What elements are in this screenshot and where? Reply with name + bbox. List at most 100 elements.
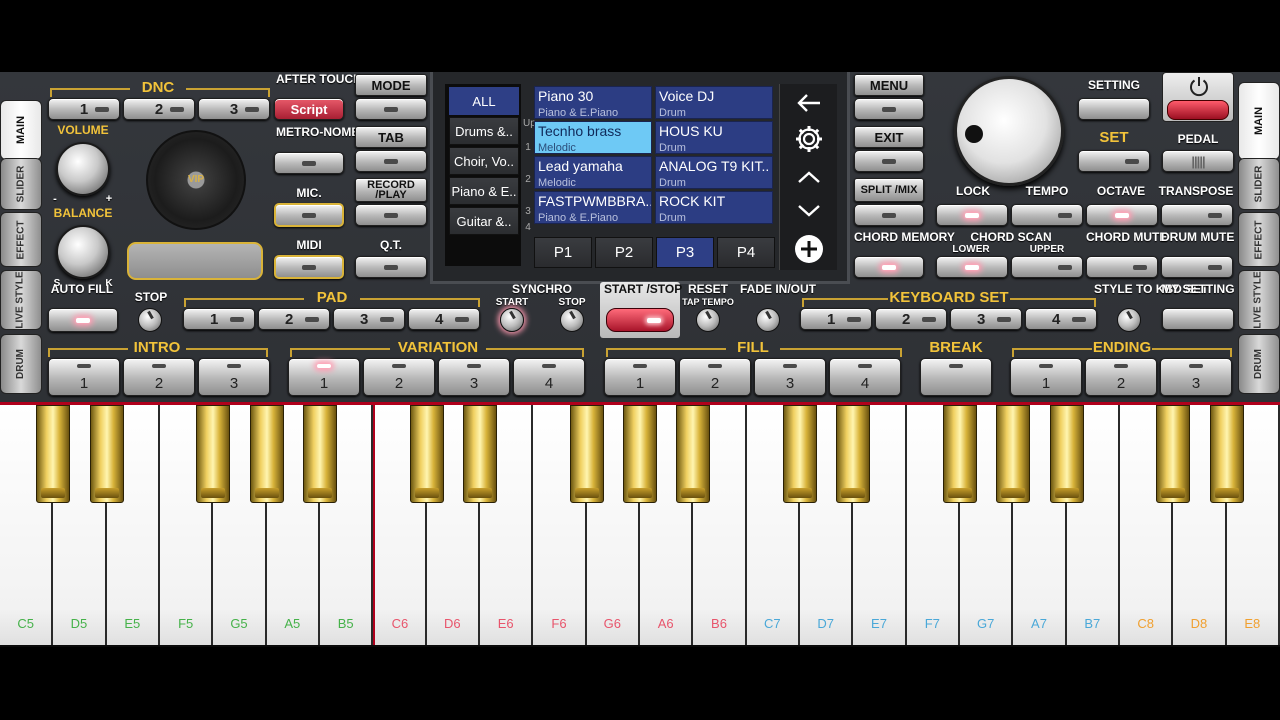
page-p3-button[interactable]: P3: [656, 237, 714, 268]
octave-button[interactable]: [1086, 204, 1158, 226]
pad-3-button[interactable]: 3: [333, 308, 405, 330]
black-key[interactable]: [463, 405, 497, 503]
back-arrow-icon[interactable]: [783, 86, 835, 120]
ending-3-button[interactable]: 3: [1160, 358, 1232, 396]
dnc-2-button[interactable]: 2: [123, 98, 195, 120]
mic-button[interactable]: [274, 203, 344, 227]
exit-led-button[interactable]: [854, 150, 924, 172]
index-2[interactable]: 2: [523, 174, 533, 185]
fade-knob[interactable]: [756, 308, 780, 332]
category-choir[interactable]: Choir, Vo..: [449, 147, 519, 175]
keyboard-set-3-button[interactable]: 3: [950, 308, 1022, 330]
volume-knob[interactable]: [56, 142, 110, 196]
black-key[interactable]: [36, 405, 71, 503]
category-drums[interactable]: Drums &..: [449, 117, 519, 145]
pad-stop-knob[interactable]: [138, 308, 162, 332]
tab-effect-left[interactable]: EFFECT: [0, 212, 42, 267]
pad-4-button[interactable]: 4: [408, 308, 480, 330]
keyboard-set-4-button[interactable]: 4: [1025, 308, 1097, 330]
power-button[interactable]: [1162, 72, 1234, 122]
gear-icon[interactable]: [783, 122, 835, 156]
category-guitar[interactable]: Guitar &..: [449, 207, 519, 235]
transpose-button[interactable]: [1161, 204, 1233, 226]
index-1[interactable]: 1: [523, 142, 533, 153]
dnc-1-button[interactable]: 1: [48, 98, 120, 120]
chord-scan-lower-button[interactable]: [936, 256, 1008, 278]
mode-button[interactable]: MODE: [355, 74, 427, 96]
tab-main-left[interactable]: MAIN: [0, 100, 42, 160]
black-key[interactable]: [89, 405, 124, 503]
style-to-kbd-knob[interactable]: [1117, 308, 1141, 332]
fill-3-button[interactable]: 3: [754, 358, 826, 396]
tab-slider-right[interactable]: SLIDER: [1238, 158, 1280, 210]
sound-item[interactable]: Lead yamaha Melodic: [534, 156, 652, 189]
set-button[interactable]: [1078, 150, 1150, 172]
chord-scan-upper-button[interactable]: [1011, 256, 1083, 278]
tab-drum-left[interactable]: DRUM: [0, 334, 42, 394]
my-setting-button[interactable]: [1162, 308, 1234, 330]
index-4[interactable]: 4: [523, 222, 533, 233]
black-key[interactable]: [303, 405, 337, 503]
fill-2-button[interactable]: 2: [679, 358, 751, 396]
sound-item[interactable]: ROCK KIT Drum: [655, 191, 773, 224]
setting-button[interactable]: [1078, 98, 1150, 120]
tab-drum-right[interactable]: DRUM: [1238, 334, 1280, 394]
sound-item[interactable]: HOUS KU Drum: [655, 121, 773, 154]
lock-button[interactable]: [936, 204, 1008, 226]
sound-item[interactable]: ANALOG T9 KIT.. Drum: [655, 156, 773, 189]
black-key[interactable]: [676, 405, 711, 503]
page-p4-button[interactable]: P4: [717, 237, 775, 268]
variation-2-button[interactable]: 2: [363, 358, 435, 396]
category-all[interactable]: ALL: [449, 87, 519, 115]
chord-memory-button[interactable]: [854, 256, 924, 278]
lcd-display[interactable]: [127, 242, 263, 280]
index-up[interactable]: Up: [523, 118, 536, 129]
start-stop-button[interactable]: [606, 308, 674, 332]
auto-fill-button[interactable]: [48, 308, 118, 332]
split-led-button[interactable]: [854, 204, 924, 226]
black-key[interactable]: [943, 405, 977, 503]
tab-led-button[interactable]: [355, 150, 427, 172]
black-key[interactable]: [196, 405, 231, 503]
add-icon[interactable]: [783, 232, 835, 266]
mode-led-button[interactable]: [355, 98, 427, 120]
sound-item-selected[interactable]: Tecnho brass Melodic: [534, 121, 652, 154]
black-key[interactable]: [409, 405, 444, 503]
tab-effect-right[interactable]: EFFECT: [1238, 212, 1280, 267]
black-key[interactable]: [569, 405, 604, 503]
variation-3-button[interactable]: 3: [438, 358, 510, 396]
sound-item[interactable]: Voice DJ Drum: [655, 86, 773, 119]
black-key[interactable]: [249, 405, 284, 503]
intro-3-button[interactable]: 3: [198, 358, 270, 396]
black-key[interactable]: [783, 405, 817, 503]
tab-live-style-right[interactable]: LIVE STYLE: [1238, 270, 1280, 330]
data-dial[interactable]: [954, 76, 1064, 186]
keyboard-set-2-button[interactable]: 2: [875, 308, 947, 330]
black-key[interactable]: [836, 405, 871, 503]
reset-knob[interactable]: [696, 308, 720, 332]
sound-item[interactable]: Piano 30 Piano & E.Piano: [534, 86, 652, 119]
tab-slider-left[interactable]: SLIDER: [0, 158, 42, 210]
record-led-button[interactable]: [355, 204, 427, 226]
black-key[interactable]: [1156, 405, 1191, 503]
menu-button[interactable]: MENU: [854, 74, 924, 96]
black-key[interactable]: [1049, 405, 1084, 503]
ending-1-button[interactable]: 1: [1010, 358, 1082, 396]
tempo-button[interactable]: [1011, 204, 1083, 226]
black-key[interactable]: [1209, 405, 1244, 503]
fill-4-button[interactable]: 4: [829, 358, 901, 396]
drum-mute-button[interactable]: [1161, 256, 1233, 278]
pad-1-button[interactable]: 1: [183, 308, 255, 330]
sound-item[interactable]: FASTPWMBBRA.. Piano & E.Piano: [534, 191, 652, 224]
variation-4-button[interactable]: 4: [513, 358, 585, 396]
black-key[interactable]: [996, 405, 1031, 503]
record-play-button[interactable]: RECORD /PLAY: [355, 178, 427, 202]
dnc-3-button[interactable]: 3: [198, 98, 270, 120]
pedal-button[interactable]: |||||: [1162, 150, 1234, 172]
menu-led-button[interactable]: [854, 98, 924, 120]
page-p2-button[interactable]: P2: [595, 237, 653, 268]
tab-main-right[interactable]: MAIN: [1238, 82, 1280, 160]
split-mix-button[interactable]: SPLIT /MIX: [854, 178, 924, 202]
pad-2-button[interactable]: 2: [258, 308, 330, 330]
tab-live-style-left[interactable]: LIVE STYLE: [0, 270, 42, 330]
